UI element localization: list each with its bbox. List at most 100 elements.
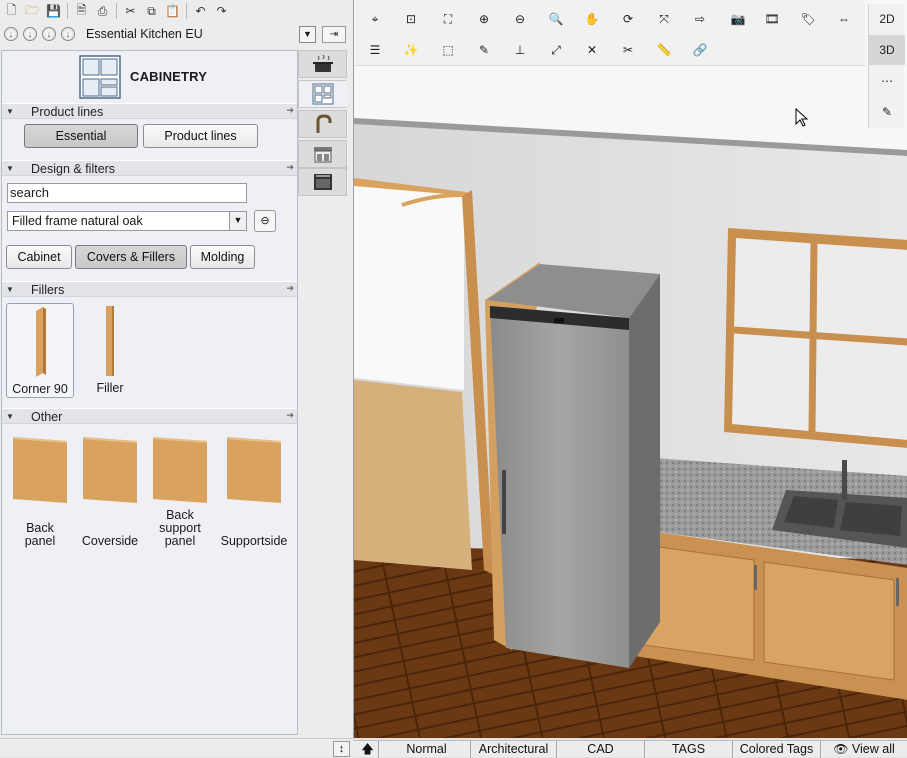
mode-3d-button[interactable]: 3D (869, 35, 905, 65)
panel-thumbnail (153, 437, 207, 503)
left-pane: 🗋 🗁 💾 🗎 ⎙ ✂ ⧉ 📋 ↶ ↷ ↓ ↓ ↓ ↓ Essential Ki… (0, 0, 353, 738)
orbit-icon[interactable]: ⟳ (617, 8, 639, 30)
edit-view-icon[interactable]: ✎ (869, 97, 905, 127)
status-architectural[interactable]: Architectural (471, 741, 557, 758)
undo-icon[interactable]: ↶ (191, 2, 210, 21)
toolbar-divider (116, 3, 117, 19)
section-product-lines[interactable]: ▼ Product lines ➔ (2, 103, 297, 119)
collapse-triangle-icon[interactable]: ▼ (6, 164, 14, 173)
mirror-icon[interactable]: ⇔ (833, 8, 855, 30)
tab-ovens[interactable] (298, 168, 347, 196)
covers-fillers-button[interactable]: Covers & Fillers (75, 245, 187, 269)
status-colored-tags[interactable]: Colored Tags (733, 741, 821, 758)
material-tag-icon[interactable]: 🏷 (797, 8, 819, 30)
view-toolbar: ⌖ ⊡ ⛶ ⊕ ⊖ 🔍 ✋ ⟳ ⤧ ⇨ 📷 🎞 🏷 ⇔ ☰ ✨ ⬚ ✎ ⊥ ⤢ … (355, 0, 865, 66)
walk-icon[interactable]: ⇨ (689, 8, 711, 30)
tab-countertops[interactable] (298, 140, 347, 168)
status-view-all[interactable]: 👁 View all (823, 741, 905, 758)
fit-view-icon[interactable]: ⤧ (653, 8, 675, 30)
viewport-3d[interactable]: ⌖ ⊡ ⛶ ⊕ ⊖ 🔍 ✋ ⟳ ⤧ ⇨ 📷 🎞 🏷 ⇔ ☰ ✨ ⬚ ✎ ⊥ ⤢ … (353, 0, 907, 738)
zoom-in-icon[interactable]: ⊕ (473, 8, 495, 30)
section-label: Fillers (31, 283, 65, 297)
cabinet-button[interactable]: Cabinet (6, 245, 72, 269)
filler-item-filler[interactable]: Filler (76, 303, 144, 398)
tab-cabinetry[interactable] (298, 80, 347, 108)
molding-button[interactable]: Molding (190, 245, 255, 269)
resize-handle-icon[interactable]: ↕ (333, 741, 350, 757)
cut-edit-icon[interactable]: ✂ (617, 39, 639, 61)
search-input[interactable]: search (7, 183, 247, 203)
chevron-right-icon[interactable]: ➔ (286, 162, 294, 173)
collapse-triangle-icon[interactable]: ▼ (6, 107, 14, 116)
section-view-icon[interactable]: ⋯ (869, 66, 905, 96)
pan-hand-icon[interactable]: ✋ (581, 8, 603, 30)
mode-2d-button[interactable]: 2D (869, 4, 905, 34)
open-folder-icon[interactable]: 🗁 (23, 2, 42, 21)
save-icon[interactable]: 💾 (44, 2, 63, 21)
catalog-options-button[interactable]: ⇥ (322, 26, 346, 43)
render-film-icon[interactable]: 🎞 (761, 8, 783, 30)
product-lines-button[interactable]: Product lines (143, 124, 258, 148)
tile-label: Filler (96, 381, 124, 395)
essential-button[interactable]: Essential (24, 124, 138, 148)
other-item-coverside[interactable]: Coverside (76, 431, 144, 551)
chevron-down-icon[interactable]: ▼ (229, 212, 246, 230)
catalog-nav-prev-icon[interactable]: ↓ (23, 27, 37, 41)
camera-icon[interactable]: 📷 (727, 8, 749, 30)
link-icon[interactable]: 🔗 (689, 39, 711, 61)
filler-item-corner-90[interactable]: Corner 90 (6, 303, 74, 398)
print-preview-icon[interactable]: 🗎 (72, 2, 91, 21)
zoom-selection-icon[interactable]: ⊡ (400, 8, 422, 30)
chevron-right-icon[interactable]: ➔ (286, 283, 294, 294)
section-design-filters[interactable]: ▼ Design & filters ➔ (2, 160, 297, 176)
box-select-icon[interactable]: ⬚ (437, 39, 459, 61)
tab-faucets[interactable] (298, 110, 347, 138)
status-normal[interactable]: Normal (383, 741, 471, 758)
zoom-window-icon[interactable]: 🔍 (545, 8, 567, 30)
catalog-nav-last-icon[interactable]: ↓ (61, 27, 75, 41)
status-cad[interactable]: CAD (557, 741, 645, 758)
tile-label: panel (24, 534, 56, 548)
other-item-back-support-panel[interactable]: Back support panel (146, 431, 214, 551)
new-file-icon[interactable]: 🗋 (2, 2, 21, 21)
redo-icon[interactable]: ↷ (212, 2, 231, 21)
toolbar-divider (186, 3, 187, 19)
collapse-triangle-icon[interactable]: ▼ (6, 285, 14, 294)
catalog-nav-first-icon[interactable]: ↓ (4, 27, 18, 41)
section-fillers[interactable]: ▼ Fillers ➔ (2, 281, 297, 297)
catalog-select[interactable]: Essential Kitchen EU ▼ (81, 25, 317, 43)
status-tags[interactable]: TAGS (645, 741, 733, 758)
up-arrow-icon[interactable]: 🡅 (357, 741, 379, 758)
tab-appliances[interactable] (298, 50, 347, 78)
cut-icon[interactable]: ✂ (121, 2, 140, 21)
delete-icon[interactable]: ✕ (581, 39, 603, 61)
other-item-back-panel[interactable]: Back panel (6, 431, 74, 551)
chevron-down-icon[interactable]: ▼ (299, 26, 316, 43)
other-item-supportside[interactable]: Supportside (216, 431, 292, 551)
print-icon[interactable]: ⎙ (93, 2, 112, 21)
measure-icon[interactable]: 📏 (653, 39, 675, 61)
catalog-name: Essential Kitchen EU (86, 27, 203, 41)
dimension-icon[interactable]: ⊥ (509, 39, 531, 61)
apply-frame-button[interactable]: ⊖ (254, 210, 276, 232)
scale-icon[interactable]: ⤢ (545, 39, 567, 61)
corner-filler-thumbnail (36, 307, 46, 377)
zoom-out-icon[interactable]: ⊖ (509, 8, 531, 30)
zoom-extents-icon[interactable]: ⛶ (437, 8, 459, 30)
layers-icon[interactable]: ☰ (364, 39, 386, 61)
copy-icon[interactable]: ⧉ (142, 2, 161, 21)
paste-icon[interactable]: 📋 (163, 2, 182, 21)
cabinetry-panel: CABINETRY ▼ Product lines ➔ Essential Pr… (1, 50, 298, 735)
section-other[interactable]: ▼ Other ➔ (2, 408, 297, 424)
select-icon[interactable]: ⌖ (364, 8, 386, 30)
chevron-right-icon[interactable]: ➔ (286, 105, 294, 116)
collapse-triangle-icon[interactable]: ▼ (6, 412, 14, 421)
chevron-right-icon[interactable]: ➔ (286, 410, 294, 421)
tile-label: Supportside (220, 534, 288, 548)
section-label: Other (31, 410, 63, 424)
catalog-nav-next-icon[interactable]: ↓ (42, 27, 56, 41)
magic-wand-icon[interactable]: ✨ (400, 39, 422, 61)
view-all-label: View all (851, 742, 895, 756)
frame-style-select[interactable]: Filled frame natural oak ▼ (7, 211, 247, 231)
annotate-icon[interactable]: ✎ (473, 39, 495, 61)
